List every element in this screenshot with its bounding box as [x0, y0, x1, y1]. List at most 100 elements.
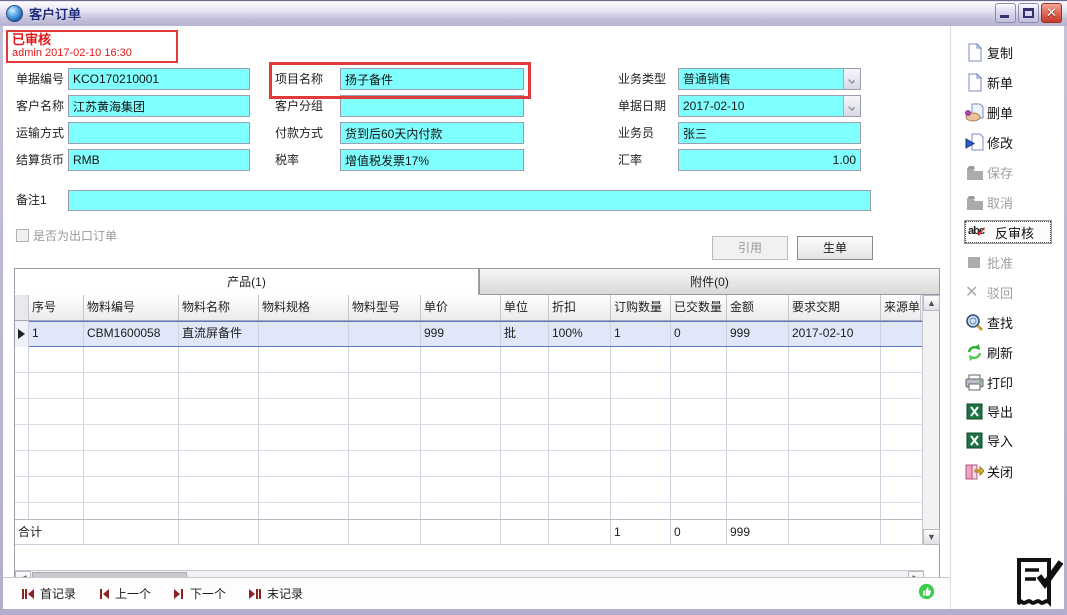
approve-icon — [965, 253, 984, 272]
export-label: 导出 — [987, 402, 1013, 421]
rate-field[interactable] — [678, 149, 861, 171]
generate-button[interactable]: 生单 — [797, 236, 873, 260]
find-button[interactable]: 查找 — [965, 311, 1061, 333]
col-seq[interactable]: 序号 — [29, 295, 84, 320]
biz-type-select[interactable]: 普通销售 — [678, 68, 861, 90]
col-delivered[interactable]: 已交数量 — [671, 295, 727, 320]
cancel-button[interactable]: 取消 — [965, 191, 1061, 213]
transport-field[interactable] — [68, 122, 250, 144]
search-icon — [965, 313, 984, 332]
cell-model[interactable] — [349, 321, 421, 347]
chevron-down-icon — [848, 104, 855, 111]
close-form-button[interactable]: 关闭 — [965, 460, 1061, 482]
col-name[interactable]: 物料名称 — [179, 295, 259, 320]
table-header-row: 序号 物料编号 物料名称 物料规格 物料型号 单价 单位 折扣 订购数量 已交数… — [15, 295, 939, 321]
doc-date-select[interactable]: 2017-02-10 — [678, 95, 861, 117]
doc-no-field[interactable] — [68, 68, 250, 90]
biz-type-label: 业务类型 — [618, 68, 666, 90]
approve-button[interactable]: 批准 — [965, 251, 1061, 273]
tab-attachments[interactable]: 附件(0) — [479, 268, 940, 295]
salesman-field[interactable] — [678, 122, 861, 144]
col-source[interactable]: 来源单类别 — [881, 295, 921, 320]
export-order-checkbox[interactable] — [16, 229, 29, 242]
unaudit-abc-icon: abc ✓ — [968, 224, 992, 240]
col-unit[interactable]: 单位 — [501, 295, 549, 320]
col-due[interactable]: 要求交期 — [789, 295, 881, 320]
nav-last-button[interactable]: 末记录 — [248, 585, 303, 602]
scroll-up-button[interactable]: ▲ — [923, 295, 940, 311]
cell-source[interactable] — [881, 321, 921, 347]
maximize-button[interactable] — [1018, 3, 1039, 23]
cell-amount[interactable]: 999 — [727, 321, 789, 347]
nav-next-label: 下一个 — [190, 585, 226, 602]
tab-products[interactable]: 产品(1) — [14, 268, 479, 295]
close-button[interactable]: ✕ — [1041, 3, 1062, 23]
remark1-field[interactable] — [68, 190, 871, 211]
col-qty[interactable]: 订购数量 — [611, 295, 671, 320]
total-qty: 1 — [611, 520, 671, 544]
nav-first-label: 首记录 — [40, 585, 76, 602]
cell-seq[interactable]: 1 — [29, 321, 84, 347]
nav-next-button[interactable]: 下一个 — [173, 585, 226, 602]
minimize-button[interactable] — [995, 3, 1016, 23]
import-button[interactable]: 导入 — [965, 429, 1061, 451]
col-amount[interactable]: 金额 — [727, 295, 789, 320]
nav-prev-button[interactable]: 上一个 — [98, 585, 151, 602]
table-row[interactable]: 1 CBM1600058 直流屏备件 999 批 100% 1 0 999 20… — [15, 321, 939, 347]
col-spec[interactable]: 物料规格 — [259, 295, 349, 320]
copy-button[interactable]: 复制 — [965, 41, 1061, 63]
export-button[interactable]: 导出 — [965, 400, 1061, 422]
thumbs-up-icon — [918, 583, 935, 600]
doc-date-dropdown-button[interactable] — [843, 96, 860, 116]
delete-button[interactable]: 删单 — [965, 101, 1061, 123]
cell-code[interactable]: CBM1600058 — [84, 321, 179, 347]
nav-first-button[interactable]: 首记录 — [21, 585, 76, 602]
remark1-label: 备注1 — [16, 189, 47, 211]
cell-discount[interactable]: 100% — [549, 321, 611, 347]
col-discount[interactable]: 折扣 — [549, 295, 611, 320]
table-total-row: 合计 1 0 999 — [15, 519, 939, 545]
total-empty — [84, 520, 179, 544]
main-panel: 已审核 admin 2017-02-10 16:30 单据编号 客户名称 运输方… — [3, 26, 1064, 609]
record-navbar: 首记录 上一个 下一个 末记录 — [3, 578, 953, 609]
copy-icon — [965, 43, 984, 62]
print-button[interactable]: 打印 — [965, 371, 1061, 393]
vertical-scrollbar[interactable]: ▲ ▼ — [922, 295, 939, 545]
cell-qty[interactable]: 1 — [611, 321, 671, 347]
biz-type-dropdown-button[interactable] — [843, 69, 860, 89]
unaudit-button[interactable]: abc ✓ 反审核 — [965, 221, 1051, 243]
last-record-icon — [248, 588, 262, 600]
scroll-down-button[interactable]: ▼ — [923, 529, 940, 545]
col-model[interactable]: 物料型号 — [349, 295, 421, 320]
refresh-button[interactable]: 刷新 — [965, 341, 1061, 363]
currency-field[interactable] — [68, 149, 250, 171]
quote-button[interactable]: 引用 — [712, 236, 788, 260]
cell-unit[interactable]: 批 — [501, 321, 549, 347]
export-order-checkbox-row: 是否为出口订单 — [16, 227, 117, 244]
payment-field[interactable] — [340, 122, 524, 144]
customer-group-label: 客户分组 — [275, 95, 323, 117]
new-button[interactable]: 新单 — [965, 71, 1061, 93]
new-doc-icon — [965, 73, 984, 92]
modify-button[interactable]: 修改 — [965, 131, 1061, 153]
cell-name[interactable]: 直流屏备件 — [179, 321, 259, 347]
cell-price[interactable]: 999 — [421, 321, 501, 347]
audit-meta: admin 2017-02-10 16:30 — [12, 47, 172, 59]
col-price[interactable]: 单价 — [421, 295, 501, 320]
save-button[interactable]: 保存 — [965, 161, 1061, 183]
cell-delivered[interactable]: 0 — [671, 321, 727, 347]
reject-button[interactable]: ✕ 驳回 — [965, 281, 1061, 303]
title-bar[interactable]: 客户订单 ✕ — [0, 0, 1067, 26]
salesman-label: 业务员 — [618, 122, 654, 144]
customer-group-field[interactable] — [340, 95, 524, 117]
header-marker-cell — [15, 295, 29, 320]
project-label: 项目名称 — [275, 68, 323, 90]
project-field[interactable] — [340, 68, 524, 90]
cell-spec[interactable] — [259, 321, 349, 347]
tax-field[interactable] — [340, 149, 524, 171]
total-empty — [349, 520, 421, 544]
new-label: 新单 — [987, 73, 1013, 92]
cell-due[interactable]: 2017-02-10 — [789, 321, 881, 347]
customer-field[interactable] — [68, 95, 250, 117]
col-code[interactable]: 物料编号 — [84, 295, 179, 320]
